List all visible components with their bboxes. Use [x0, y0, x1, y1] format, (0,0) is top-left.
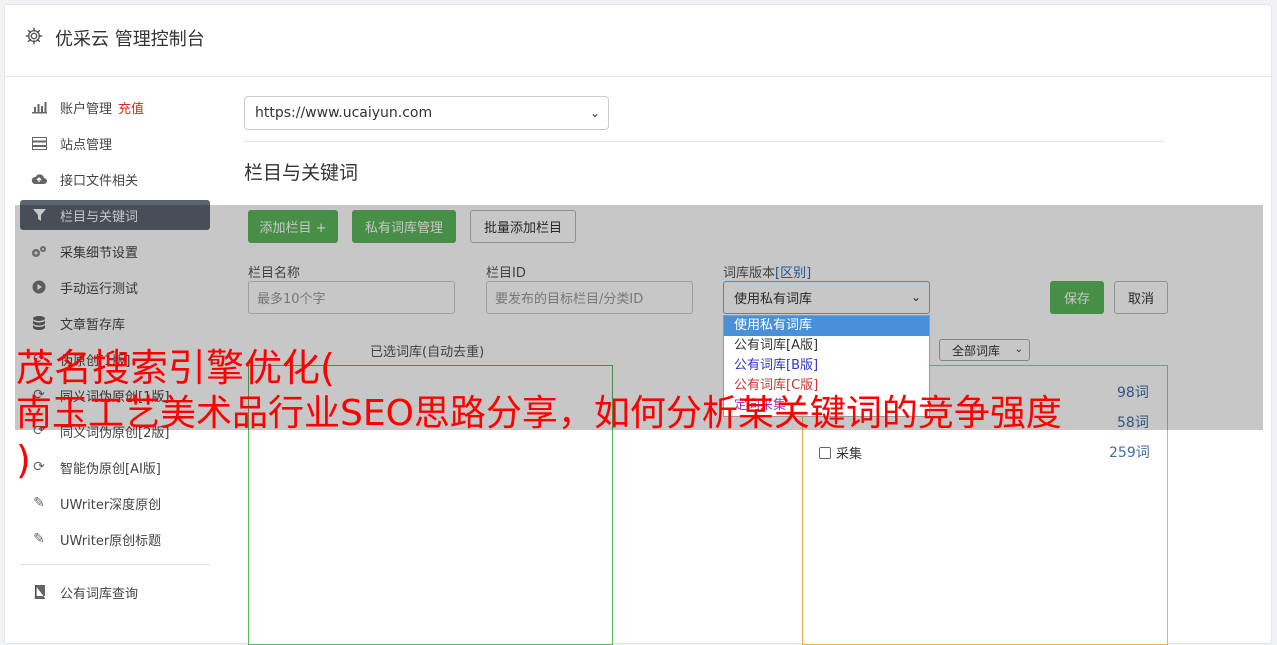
gear-icon [25, 27, 43, 45]
sidebar-item-public-lib[interactable]: 公有词库查询 [20, 577, 210, 607]
sidebar-item-sites[interactable]: 站点管理 [20, 128, 210, 158]
sidebar-item-interface-files[interactable]: 接口文件相关 [20, 164, 210, 194]
sidebar-item-account[interactable]: 账户管理 充值 [20, 92, 210, 122]
sidebar-item-uwriter-title[interactable]: ✎ UWriter原创标题 [20, 524, 210, 554]
console-header: 优采云 管理控制台 [5, 5, 1271, 77]
sidebar-item-label: 公有词库查询 [60, 586, 139, 602]
server-icon [30, 134, 48, 152]
bar-chart-icon [30, 98, 48, 116]
page-title: 优采云 管理控制台 [55, 29, 205, 50]
cloud-upload-icon [30, 170, 48, 188]
chevron-down-icon: ⌄ [589, 106, 600, 120]
watermark-line: 茂名搜索引擎优化( [16, 346, 335, 390]
dropdown-option[interactable]: 使用私有词库 [724, 316, 929, 336]
sidebar-item-label: 站点管理 [60, 137, 113, 153]
sidebar-item-uwriter-deep[interactable]: ✎ UWriter深度原创 [20, 488, 210, 518]
sidebar-divider [20, 564, 210, 565]
edit-icon: ✎ [33, 495, 45, 511]
watermark-line: ) [16, 438, 31, 482]
book-icon [30, 583, 48, 601]
sidebar-item-label: UWriter原创标题 [60, 533, 162, 549]
site-select[interactable]: https://www.ucaiyun.com ⌄ [244, 96, 609, 130]
sidebar-item-label: UWriter深度原创 [60, 497, 162, 513]
sidebar-item-label: 账户管理 [60, 101, 113, 117]
section-title: 栏目与关键词 [244, 162, 359, 184]
watermark-line: 南玉工艺美术品行业SEO思路分享，如何分析某关键词的竞争强度 [16, 393, 1062, 434]
watermark-text: 茂名搜索引擎优化( 南玉工艺美术品行业SEO思路分享，如何分析某关键词的竞争强度… [16, 345, 1271, 483]
site-select-value: https://www.ucaiyun.com [255, 105, 433, 121]
edit-icon: ✎ [33, 531, 45, 547]
sidebar-item-label: 接口文件相关 [60, 173, 139, 189]
recharge-link[interactable]: 充值 [118, 98, 144, 117]
divider [244, 141, 1164, 142]
